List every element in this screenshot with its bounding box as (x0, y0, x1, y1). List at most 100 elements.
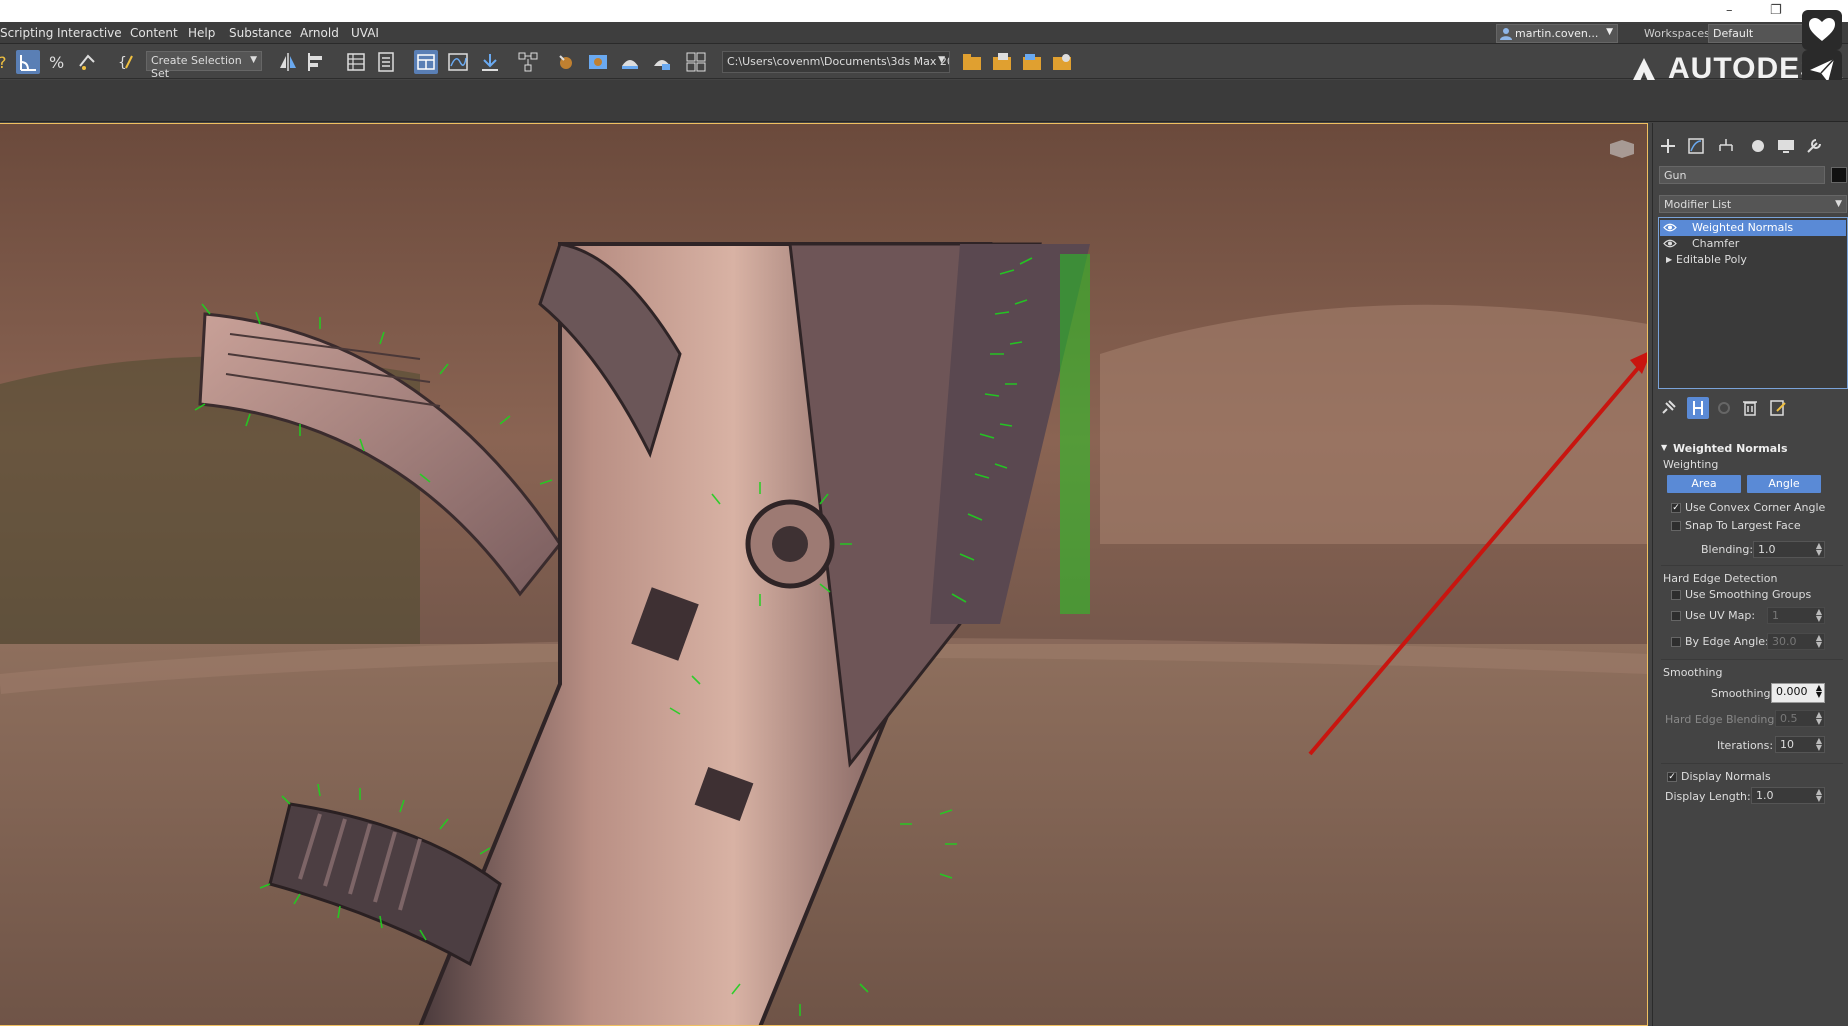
modifier-list-dropdown[interactable]: Modifier List ▼ (1659, 195, 1847, 213)
edge-angle-spinner[interactable]: 30.0 ▲ ▼ (1767, 633, 1825, 650)
motion-tab-icon[interactable] (1747, 135, 1769, 157)
spinner-arrows-icon[interactable]: ▲ ▼ (1816, 634, 1822, 649)
schematic-view-icon[interactable] (478, 50, 502, 74)
user-name: martin.coven... (1515, 27, 1599, 40)
viewport-render (0, 124, 1647, 1025)
project-settings-icon[interactable] (1050, 50, 1074, 74)
render-gallery-icon[interactable] (684, 50, 708, 74)
display-normals-checkbox[interactable]: ✓ (1667, 772, 1677, 782)
selection-set-label: Create Selection Set (151, 54, 242, 80)
curve-editor-icon[interactable] (446, 50, 470, 74)
by-edge-angle-label: By Edge Angle: (1685, 635, 1769, 648)
menu-substance[interactable]: Substance (229, 26, 292, 40)
render-in-cloud-icon[interactable] (650, 50, 674, 74)
eye-icon[interactable] (1663, 222, 1677, 233)
workspace-dropdown[interactable]: Default (1708, 24, 1816, 43)
svg-text:%: % (49, 53, 64, 72)
window-title-strip: – ❐ (0, 0, 1848, 22)
menu-scripting[interactable]: Scripting (0, 26, 53, 40)
rollout-header[interactable]: ▼ Weighted Normals (1659, 441, 1847, 459)
by-edge-angle-checkbox[interactable] (1671, 637, 1681, 647)
viewcube-icon[interactable] (1608, 138, 1636, 158)
align-icon[interactable] (306, 50, 330, 74)
collapse-arrow-icon[interactable]: ▼ (1661, 443, 1667, 452)
rendered-frame-window-icon[interactable] (586, 50, 610, 74)
hierarchy-tab-icon[interactable] (1715, 135, 1737, 157)
display-length-spinner[interactable]: 1.0 ▲ ▼ (1751, 787, 1825, 804)
use-smoothing-groups-checkbox[interactable] (1671, 590, 1681, 600)
iterations-spinner[interactable]: 10 ▲ ▼ (1775, 736, 1825, 753)
edit-named-selection-icon[interactable]: { (114, 50, 138, 74)
mirror-icon[interactable] (276, 50, 300, 74)
make-unique-icon[interactable] (1713, 397, 1735, 419)
perspective-viewport[interactable] (0, 123, 1648, 1026)
use-convex-corner-angle-checkbox[interactable]: ✓ (1671, 503, 1681, 513)
display-length-label: Display Length: (1665, 790, 1751, 803)
project-path-dropdown[interactable]: C:\Users\covenm\Documents\3ds Max 2021 ▼ (722, 51, 950, 73)
selection-set-dropdown[interactable]: Create Selection Set ▼ (146, 51, 262, 80)
restore-button[interactable]: ❐ (1770, 3, 1782, 18)
use-convex-corner-angle-label: Use Convex Corner Angle (1685, 501, 1826, 514)
svg-text:?: ? (0, 53, 7, 72)
ribbon-area (0, 80, 1848, 122)
hard-edge-blending-spinner[interactable]: 0.5 ▲ ▼ (1775, 710, 1825, 727)
show-end-result-icon[interactable] (1687, 397, 1709, 419)
menu-help[interactable]: Help (188, 26, 215, 40)
spinner-snap-icon[interactable] (76, 50, 100, 74)
percent-snap-icon[interactable]: % (46, 50, 70, 74)
open-project-icon[interactable] (990, 50, 1014, 74)
save-project-icon[interactable] (1020, 50, 1044, 74)
smoothing-value: 0.000 (1776, 685, 1808, 698)
layer-explorer-icon[interactable] (374, 50, 398, 74)
configure-modifier-sets-icon[interactable] (1767, 397, 1789, 419)
blending-spinner[interactable]: 1.0 ▲ ▼ (1753, 541, 1825, 558)
uv-map-spinner[interactable]: 1 ▲ ▼ (1767, 607, 1825, 624)
object-color-swatch[interactable] (1831, 167, 1847, 183)
scene-explorer-icon[interactable] (344, 50, 368, 74)
stack-item-label: Chamfer (1692, 237, 1740, 250)
object-name-input[interactable]: Gun (1659, 166, 1825, 184)
menu-interactive[interactable]: Interactive (57, 26, 122, 40)
pin-stack-icon[interactable] (1657, 397, 1679, 419)
stack-item-editable-poly[interactable]: ▶ Editable Poly (1660, 252, 1846, 268)
utilities-tab-icon[interactable] (1803, 135, 1825, 157)
spinner-arrows-icon[interactable]: ▲ ▼ (1816, 737, 1822, 752)
area-button[interactable]: Area (1667, 475, 1741, 493)
divider (1661, 659, 1843, 660)
snap-to-largest-face-checkbox[interactable] (1671, 521, 1681, 531)
command-panel-tabs (1653, 123, 1848, 165)
create-tab-icon[interactable] (1657, 135, 1679, 157)
use-smoothing-groups-label: Use Smoothing Groups (1685, 588, 1812, 601)
favorite-button[interactable] (1802, 10, 1842, 50)
material-editor-icon[interactable] (516, 50, 540, 74)
eye-icon[interactable] (1663, 238, 1677, 249)
user-account-dropdown[interactable]: martin.coven... ▼ (1496, 24, 1618, 43)
spinner-arrows-icon[interactable]: ▲ ▼ (1816, 711, 1822, 726)
workspace-value: Default (1713, 27, 1754, 40)
stack-item-weighted-normals[interactable]: Weighted Normals (1660, 220, 1846, 236)
spinner-arrows-icon[interactable]: ▲ ▼ (1816, 684, 1822, 699)
menu-content[interactable]: Content (130, 26, 178, 40)
heart-icon (1809, 18, 1835, 41)
use-uv-map-checkbox[interactable] (1671, 611, 1681, 621)
smoothing-spinner[interactable]: 0.000 ▲ ▼ (1771, 683, 1825, 703)
set-project-folder-icon[interactable] (960, 50, 984, 74)
modify-tab-icon[interactable] (1685, 135, 1707, 157)
angle-snap-icon[interactable] (16, 50, 40, 74)
menu-uvai[interactable]: UVAI (351, 26, 379, 40)
toggle-ribbon-icon[interactable] (414, 50, 438, 74)
chevron-down-icon: ▼ (938, 55, 945, 65)
render-production-icon[interactable] (618, 50, 642, 74)
spinner-arrows-icon[interactable]: ▲ ▼ (1816, 608, 1822, 623)
remove-modifier-icon[interactable] (1739, 397, 1761, 419)
stack-item-chamfer[interactable]: Chamfer (1660, 236, 1846, 252)
expand-arrow-icon[interactable]: ▶ (1666, 255, 1672, 264)
spinner-arrows-icon[interactable]: ▲ ▼ (1816, 542, 1822, 557)
render-setup-icon[interactable] (554, 50, 578, 74)
spinner-arrows-icon[interactable]: ▲ ▼ (1816, 788, 1822, 803)
help-icon[interactable]: ? (0, 50, 16, 74)
minimize-button[interactable]: – (1726, 3, 1733, 18)
angle-button[interactable]: Angle (1747, 475, 1821, 493)
display-tab-icon[interactable] (1775, 135, 1797, 157)
menu-arnold[interactable]: Arnold (300, 26, 339, 40)
